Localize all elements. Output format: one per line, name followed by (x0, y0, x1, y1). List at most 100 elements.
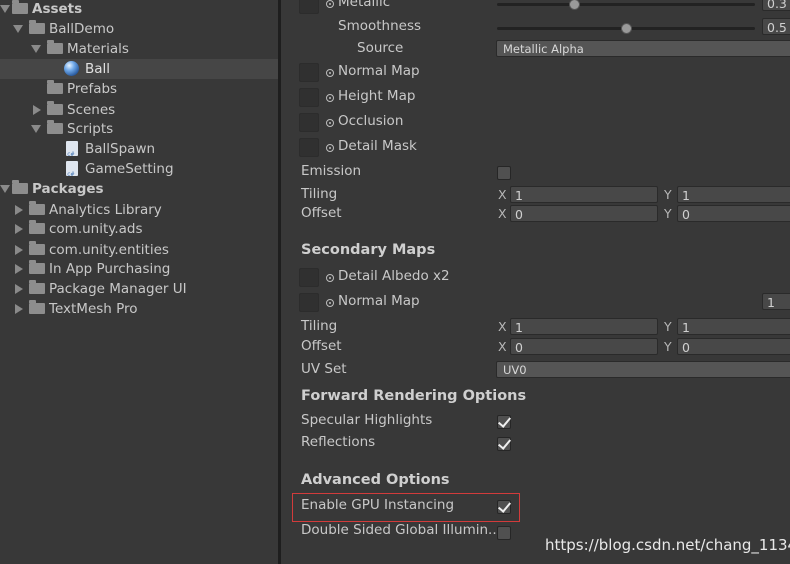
forward-rendering-header: Forward Rendering Options (301, 388, 527, 404)
specular-highlights-checkbox[interactable] (497, 414, 512, 429)
object-picker-icon[interactable] (326, 274, 334, 282)
secondary-offset-x-field[interactable]: 0 (510, 338, 658, 355)
offset-y-label: Y (664, 206, 672, 221)
tiling-y-label: Y (664, 187, 672, 202)
expand-arrow-icon[interactable] (0, 185, 10, 193)
csharp-script-icon (66, 161, 78, 185)
tree-item-materials[interactable]: Materials (0, 39, 278, 59)
smoothness-slider-thumb[interactable] (621, 23, 632, 34)
tree-item-label: GameSetting (85, 161, 174, 177)
tree-item-scenes[interactable]: Scenes (0, 100, 278, 120)
folder-icon (29, 280, 45, 294)
tree-item-textmesh-pro[interactable]: TextMesh Pro (0, 299, 278, 319)
source-dropdown[interactable]: Metallic Alpha (496, 40, 790, 57)
tree-item-ballspawn[interactable]: BallSpawn (0, 139, 278, 165)
tree-item-label: Ball (85, 61, 111, 77)
collapse-arrow-icon[interactable] (15, 205, 23, 215)
occlusion-texture-slot[interactable] (299, 113, 319, 132)
normal-map-label: Normal Map (338, 63, 420, 79)
secondary-tiling-y-field[interactable]: 1 (677, 318, 790, 335)
detail-albedo-texture-slot[interactable] (299, 268, 319, 287)
highlight-box (292, 493, 520, 522)
object-picker-icon[interactable] (326, 94, 334, 102)
reflections-checkbox[interactable] (497, 436, 512, 451)
smoothness-value-field[interactable]: 0.5 (762, 18, 790, 35)
tree-item-analytics[interactable]: Analytics Library (0, 200, 278, 220)
object-picker-icon[interactable] (326, 0, 334, 8)
metallic-slider-track[interactable] (497, 3, 755, 6)
checkmark-icon (497, 436, 512, 450)
emission-checkbox[interactable] (497, 166, 511, 180)
expand-arrow-icon[interactable] (0, 5, 10, 13)
secondary-offset-x-label: X (498, 339, 507, 354)
tree-item-scripts[interactable]: Scripts (0, 119, 278, 139)
double-sided-gi-checkbox[interactable] (497, 526, 511, 540)
collapse-arrow-icon[interactable] (15, 224, 23, 234)
tree-item-gamesetting[interactable]: GameSetting (0, 159, 278, 185)
tree-item-prefabs[interactable]: Prefabs (0, 79, 278, 99)
collapse-arrow-icon[interactable] (33, 105, 41, 115)
tree-item-label: BallDemo (49, 21, 115, 37)
detail-mask-label: Detail Mask (338, 138, 417, 154)
offset-y-field[interactable]: 0 (677, 205, 790, 222)
metallic-value-field[interactable]: 0.3 (762, 0, 790, 11)
tree-item-com-unity-ads[interactable]: com.unity.ads (0, 219, 278, 239)
collapse-arrow-icon[interactable] (15, 304, 23, 314)
folder-icon (12, 180, 28, 194)
collapse-arrow-icon[interactable] (15, 245, 23, 255)
expand-arrow-icon[interactable] (31, 45, 41, 53)
object-picker-icon[interactable] (326, 299, 334, 307)
height-map-texture-slot[interactable] (299, 88, 319, 107)
secondary-tiling-x-label: X (498, 319, 507, 334)
detail-mask-texture-slot[interactable] (299, 138, 319, 157)
folder-icon (47, 80, 63, 94)
double-sided-gi-label: Double Sided Global Illumin... (301, 522, 501, 538)
metallic-label: Metallic (338, 0, 391, 10)
tree-item-assets[interactable]: Assets (0, 0, 278, 19)
tree-item-in-app-purchasing[interactable]: In App Purchasing (0, 259, 278, 279)
height-map-label: Height Map (338, 88, 416, 104)
specular-highlights-label: Specular Highlights (301, 412, 433, 428)
occlusion-label: Occlusion (338, 113, 404, 129)
tree-item-package-manager-ui[interactable]: Package Manager UI (0, 279, 278, 299)
expand-arrow-icon[interactable] (31, 125, 41, 133)
folder-icon (47, 40, 63, 54)
collapse-arrow-icon[interactable] (15, 284, 23, 294)
folder-icon (29, 201, 45, 215)
tree-item-balldemo[interactable]: BallDemo (0, 19, 278, 39)
tree-item-packages[interactable]: Packages (0, 179, 278, 199)
tree-item-label: Scenes (67, 102, 116, 118)
tree-item-label: Package Manager UI (49, 281, 187, 297)
metallic-texture-slot[interactable] (299, 0, 319, 14)
tiling-y-field[interactable]: 1 (677, 186, 790, 203)
tiling-x-label: X (498, 187, 507, 202)
csharp-script-icon (66, 141, 78, 165)
secondary-normal-map-label: Normal Map (338, 293, 420, 309)
source-label: Source (357, 40, 404, 56)
checkmark-icon (497, 414, 512, 428)
offset-label: Offset (301, 205, 342, 221)
secondary-normal-scale-field[interactable]: 1 (762, 293, 790, 310)
tree-item-label: Analytics Library (49, 202, 162, 218)
tree-item-ball[interactable]: Ball (0, 59, 278, 79)
secondary-normal-map-texture-slot[interactable] (299, 293, 319, 312)
secondary-maps-header: Secondary Maps (301, 242, 436, 258)
folder-icon (29, 300, 45, 314)
secondary-offset-y-field[interactable]: 0 (677, 338, 790, 355)
offset-x-label: X (498, 206, 507, 221)
folder-icon (12, 0, 28, 14)
tree-item-com-unity-entities[interactable]: com.unity.entities (0, 240, 278, 260)
object-picker-icon[interactable] (326, 144, 334, 152)
tiling-label: Tiling (301, 186, 338, 202)
object-picker-icon[interactable] (326, 69, 334, 77)
tiling-x-field[interactable]: 1 (510, 186, 658, 203)
folder-icon (29, 220, 45, 234)
normal-map-texture-slot[interactable] (299, 63, 319, 82)
uv-set-dropdown[interactable]: UV0 (496, 361, 790, 378)
expand-arrow-icon[interactable] (13, 25, 23, 33)
offset-x-field[interactable]: 0 (510, 205, 658, 222)
secondary-tiling-x-field[interactable]: 1 (510, 318, 658, 335)
object-picker-icon[interactable] (326, 119, 334, 127)
collapse-arrow-icon[interactable] (15, 264, 23, 274)
project-panel: Assets BallDemo Materials Ball Prefabs S… (0, 0, 278, 564)
